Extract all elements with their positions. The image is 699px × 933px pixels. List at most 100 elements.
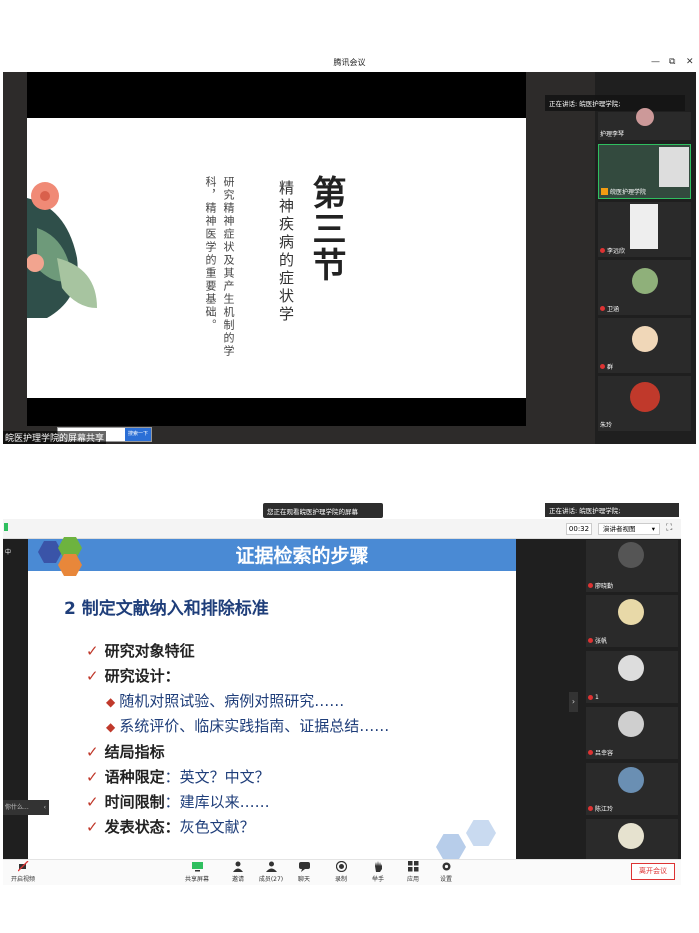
bullet-item: ✓ 时间限制：建库以来…… xyxy=(86,793,270,811)
diamond-icon: ◆ xyxy=(106,720,116,734)
invite-button[interactable]: 邀请 xyxy=(221,861,255,883)
participant-name: 群 xyxy=(607,364,614,371)
mic-muted-icon xyxy=(588,638,593,643)
window-title: 腾讯会议 xyxy=(333,58,366,67)
maximize-icon[interactable]: ⧉ xyxy=(669,57,675,67)
window-title-bar: 腾讯会议 — ⧉ ✕ xyxy=(0,55,699,72)
record-icon xyxy=(335,861,347,872)
check-icon: ✓ xyxy=(86,642,99,660)
participant-name: 廖晓勤 xyxy=(595,583,614,590)
sub-bullet-item: ◆ 随机对照试验、病例对照研究…… xyxy=(106,692,345,710)
mic-muted-icon xyxy=(600,306,605,311)
bullet-item: ✓ 研究对象特征 xyxy=(86,642,195,660)
diamond-icon: ◆ xyxy=(106,695,116,709)
participant-tile[interactable]: 廖晓勤 xyxy=(586,540,678,592)
participant-tile[interactable] xyxy=(586,819,678,859)
left-label: 中 xyxy=(5,549,12,556)
video-feed xyxy=(630,204,658,249)
raise-hand-button[interactable]: 举手 xyxy=(361,861,395,883)
participant-tile[interactable]: 吕幸容 xyxy=(586,707,678,759)
view-mode-label: 演讲者视图 xyxy=(603,525,636,533)
grid-view-button[interactable] xyxy=(494,245,522,271)
close-icon[interactable]: ✕ xyxy=(686,57,694,67)
members-icon xyxy=(265,861,277,872)
gear-icon xyxy=(442,862,450,871)
view-mode-select[interactable]: 演讲者视图 ▾ xyxy=(598,523,660,535)
check-icon: ✓ xyxy=(86,768,99,786)
slide-chapter-title: 精神疾病的症状学 xyxy=(277,180,295,324)
sub-bullet-item: ◆ 系统评价、临床实践指南、证据总结…… xyxy=(106,717,390,735)
settings-button[interactable]: 设置 xyxy=(429,861,463,883)
apps-icon xyxy=(407,861,418,872)
participant-name: 卫涵 xyxy=(607,306,620,313)
chevron-down-icon: ▾ xyxy=(651,525,655,533)
slide-subtitle: 2 制定文献纳入和排除标准 xyxy=(64,599,269,619)
avatar xyxy=(632,326,658,352)
mic-muted-icon xyxy=(588,583,593,588)
participant-tile[interactable]: 陈江玲 xyxy=(586,763,678,815)
participant-name: 李远欣 xyxy=(607,248,626,255)
participant-tile-active[interactable]: 皖医护理学院 xyxy=(598,144,691,199)
video-toggle-button[interactable]: 开启视频 xyxy=(6,861,40,883)
avatar xyxy=(618,711,644,737)
chat-toast[interactable]: 你什么... ‹ xyxy=(3,800,49,815)
participant-name: 朱玲 xyxy=(600,422,613,429)
participant-tile[interactable]: 1 xyxy=(586,651,678,703)
participant-name: 皖医护理学院 xyxy=(610,189,647,196)
bullet-item: ✓ 研究设计： xyxy=(86,667,180,685)
bullet-item: ✓ 结局指标 xyxy=(86,743,165,761)
avatar xyxy=(618,823,644,849)
participant-name: 吕幸容 xyxy=(595,750,614,757)
mic-muted-icon xyxy=(600,248,605,253)
bullet-item: ✓ 发表状态：灰色文献？ xyxy=(86,818,255,836)
meeting-timer: 00:32 xyxy=(566,523,592,535)
share-screen-icon xyxy=(191,862,203,872)
participant-tile[interactable]: 卫涵 xyxy=(598,260,691,315)
record-button[interactable]: 录制 xyxy=(324,861,358,883)
share-icon xyxy=(601,188,608,195)
slide-description: 研究精神症状及其产生机制的学科，精神医学的重要基础。 xyxy=(204,176,235,358)
participant-tile[interactable]: 群 xyxy=(598,318,691,373)
slide-letterbox-top xyxy=(27,72,526,118)
avatar xyxy=(618,599,644,625)
check-icon: ✓ xyxy=(86,818,99,836)
chat-icon xyxy=(298,862,310,872)
share-screen-button[interactable]: 共享屏幕 xyxy=(180,861,214,883)
avatar xyxy=(618,767,644,793)
invite-icon xyxy=(232,861,243,872)
grid-icon xyxy=(502,252,514,264)
members-button[interactable]: 成员(27) xyxy=(254,861,288,883)
chat-button[interactable]: 聊天 xyxy=(287,861,321,883)
video-off-icon xyxy=(17,861,28,872)
participant-tile[interactable]: 护理李琴 xyxy=(598,108,691,140)
participant-tile[interactable]: 朱玲 xyxy=(598,376,691,431)
speaking-indicator: 正在讲话: 皖医护理学院; xyxy=(545,95,685,111)
slide-letterbox-bottom xyxy=(27,398,526,426)
avatar xyxy=(618,655,644,681)
screen-share-label: 皖医护理学院的屏幕共享 xyxy=(3,431,107,444)
mic-muted-icon xyxy=(588,806,593,811)
mic-muted-icon xyxy=(588,750,593,755)
chevron-left-icon: ‹ xyxy=(43,804,46,811)
bullet-item: ✓ 语种限定：英文？中文？ xyxy=(86,768,270,786)
search-button[interactable]: 搜索一下 xyxy=(125,428,151,441)
check-icon: ✓ xyxy=(86,743,99,761)
avatar xyxy=(636,108,654,126)
collapse-panel-icon[interactable]: › xyxy=(569,692,578,712)
mic-muted-icon xyxy=(588,695,593,700)
participant-tile[interactable]: 张帆 xyxy=(586,595,678,647)
avatar xyxy=(632,268,658,294)
participant-tile[interactable]: 李远欣 xyxy=(598,202,691,257)
avatar xyxy=(630,382,660,412)
chat-toast-text: 你什么... xyxy=(5,804,29,811)
speaking-indicator: 正在讲话: 皖医护理学院; xyxy=(545,503,679,517)
minimize-icon[interactable]: — xyxy=(651,57,660,67)
floral-decoration-icon xyxy=(27,182,97,318)
check-icon: ✓ xyxy=(86,667,99,685)
viewing-banner[interactable]: 您正在观看皖医护理学院的屏幕 xyxy=(263,503,383,518)
participant-name: 1 xyxy=(595,694,599,701)
leave-meeting-button[interactable]: 离开会议 xyxy=(631,863,675,880)
video-feed xyxy=(659,147,689,187)
fullscreen-icon[interactable]: ⛶ xyxy=(666,523,672,533)
apps-button[interactable]: 应用 xyxy=(396,861,430,883)
